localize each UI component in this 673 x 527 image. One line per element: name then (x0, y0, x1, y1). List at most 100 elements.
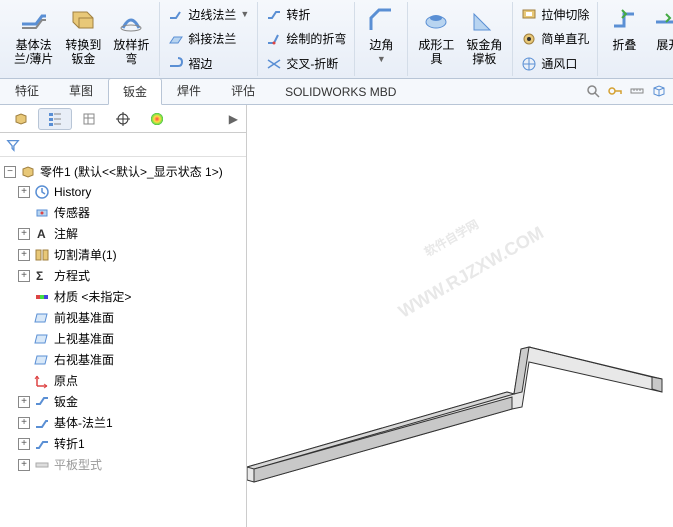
miter-flange-icon (168, 31, 184, 47)
gusset-button[interactable]: 钣金角 撑板 (460, 2, 508, 68)
tree-jog1-label: 转折1 (54, 435, 85, 452)
edge-flange-button[interactable]: 边线法兰▼ (164, 4, 253, 25)
material-icon (34, 289, 50, 305)
svg-text:A: A (37, 227, 46, 241)
jog-feat-icon (34, 436, 50, 452)
part-icon (13, 111, 29, 127)
tree-material[interactable]: 材质 <未指定> (2, 286, 244, 307)
cross-break-button[interactable]: 交叉-折断 (262, 53, 350, 74)
tree-front-label: 前视基准面 (54, 309, 114, 326)
expand-icon[interactable]: + (18, 438, 30, 450)
tree-sheetmetal[interactable]: + 钣金 (2, 391, 244, 412)
sketched-bend-button[interactable]: 绘制的折弯 (262, 28, 350, 49)
jog-button[interactable]: 转折 (262, 4, 350, 25)
vent-button[interactable]: 通风口 (517, 53, 593, 74)
expand-icon[interactable]: + (18, 228, 30, 240)
vent-icon (521, 56, 537, 72)
cross-break-label: 交叉-折断 (286, 55, 338, 72)
tab-feature[interactable]: 特征 (0, 77, 54, 104)
tab-weldment[interactable]: 焊件 (162, 77, 216, 104)
panel-btn-dim[interactable] (106, 108, 140, 130)
history-icon (34, 184, 50, 200)
vent-label: 通风口 (541, 55, 577, 72)
expand-icon[interactable]: + (18, 417, 30, 429)
tab-sketch[interactable]: 草图 (54, 77, 108, 104)
panel-btn-config[interactable] (72, 108, 106, 130)
tree-anno-label: 注解 (54, 225, 78, 242)
tree-top-label: 上视基准面 (54, 330, 114, 347)
tree-origin[interactable]: 原点 (2, 370, 244, 391)
fold-button[interactable]: 折叠 (602, 2, 646, 68)
edge-flange-icon (168, 6, 184, 22)
tree-front[interactable]: 前视基准面 (2, 307, 244, 328)
collapse-icon[interactable]: − (4, 166, 16, 178)
convert-icon (67, 4, 99, 36)
tree-sensor[interactable]: 传感器 (2, 202, 244, 223)
plane-icon (34, 352, 50, 368)
anno-icon: A (34, 226, 50, 242)
corner-button[interactable]: 边角 ▼ (359, 2, 403, 68)
sketched-bend-icon (266, 31, 282, 47)
convert-button[interactable]: 转换到 钣金 (59, 2, 107, 68)
tab-evaluate[interactable]: 评估 (216, 77, 270, 104)
expand-icon[interactable]: + (18, 270, 30, 282)
loft-bend-button[interactable]: 放样折 弯 (107, 2, 155, 68)
sensor-icon (34, 205, 50, 221)
tree-sheetmetal-label: 钣金 (54, 393, 78, 410)
hem-button[interactable]: 褶边 (164, 53, 253, 74)
forming-button[interactable]: 成形工 具 (412, 2, 460, 68)
panel-btn-part[interactable] (4, 108, 38, 130)
base-flange-label: 基体法 兰/薄片 (14, 38, 53, 66)
forming-label: 成形工 具 (418, 38, 454, 66)
tree-sensor-label: 传感器 (54, 204, 90, 221)
expand-icon[interactable]: + (18, 186, 30, 198)
crosshair-icon (115, 111, 131, 127)
extrude-cut-button[interactable]: 拉伸切除 (517, 4, 593, 25)
expand-icon[interactable]: + (18, 396, 30, 408)
loft-bend-label: 放样折 弯 (113, 38, 149, 66)
tree-root[interactable]: −零件1 (默认<<默认>_显示状态 1>) (2, 161, 244, 182)
edge-flange-label: 边线法兰 (188, 6, 236, 23)
tree-flatpattern[interactable]: + 平板型式 (2, 454, 244, 475)
viewport[interactable]: 软件自学网WWW.RJZXW.COM (247, 105, 673, 527)
sketched-bend-label: 绘制的折弯 (286, 30, 346, 47)
convert-label: 转换到 钣金 (65, 38, 101, 66)
unfold-button[interactable]: 展开 (646, 2, 673, 68)
tree-top[interactable]: 上视基准面 (2, 328, 244, 349)
sheetmetal-icon (34, 394, 50, 410)
tab-sheetmetal[interactable]: 钣金 (108, 78, 162, 105)
unfold-icon (652, 4, 673, 36)
tree-jog1[interactable]: + 转折1 (2, 433, 244, 454)
tree-flatpattern-label: 平板型式 (54, 456, 102, 473)
key-icon[interactable] (607, 83, 623, 99)
svg-text:Σ: Σ (36, 269, 43, 283)
tree-history[interactable]: +History (2, 182, 244, 202)
extrude-cut-label: 拉伸切除 (541, 6, 589, 23)
miter-flange-button[interactable]: 斜接法兰 (164, 28, 253, 49)
tree-cutlist[interactable]: +切割清单(1) (2, 244, 244, 265)
tree-baseflange1[interactable]: +基体-法兰1 (2, 412, 244, 433)
box-icon[interactable] (651, 83, 667, 99)
expand-icon[interactable]: + (18, 459, 30, 471)
search-icon[interactable] (585, 83, 601, 99)
jog-label: 转折 (286, 6, 310, 23)
filter-icon[interactable] (6, 138, 20, 152)
tab-mbd[interactable]: SOLIDWORKS MBD (270, 80, 411, 104)
panel-btn-appear[interactable] (140, 108, 174, 130)
tree-material-label: 材质 <未指定> (54, 288, 131, 305)
unfold-label: 展开 (656, 38, 673, 52)
tree-right[interactable]: 右视基准面 (2, 349, 244, 370)
expand-icon[interactable]: + (18, 249, 30, 261)
panel-btn-tree[interactable] (38, 108, 72, 130)
tree-equation[interactable]: +Σ方程式 (2, 265, 244, 286)
corner-icon (365, 4, 397, 36)
hem-icon (168, 56, 184, 72)
tree-anno[interactable]: + A 注解 (2, 223, 244, 244)
tree-origin-label: 原点 (54, 372, 78, 389)
base-flange-button[interactable]: 基体法 兰/薄片 (8, 2, 59, 68)
model-geometry (247, 217, 673, 497)
tree-icon (47, 111, 63, 127)
panel-expand-icon[interactable]: ▶ (229, 112, 238, 126)
ruler-icon[interactable] (629, 83, 645, 99)
simple-hole-button[interactable]: 简单直孔 (517, 28, 593, 49)
